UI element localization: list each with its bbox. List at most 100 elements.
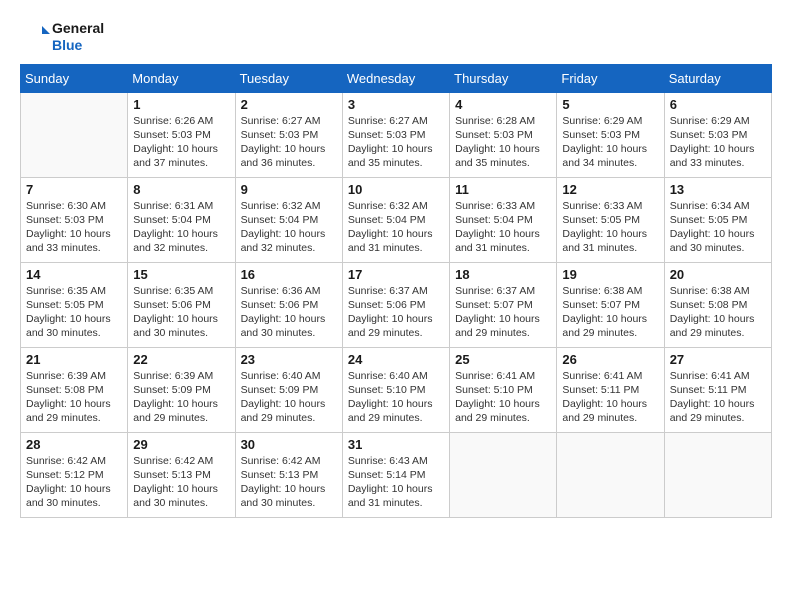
day-cell: [664, 432, 771, 517]
day-cell: 25Sunrise: 6:41 AM Sunset: 5:10 PM Dayli…: [450, 347, 557, 432]
day-number: 24: [348, 352, 444, 367]
day-info: Sunrise: 6:30 AM Sunset: 5:03 PM Dayligh…: [26, 199, 122, 256]
logo-text: General Blue: [52, 20, 104, 54]
day-cell: [557, 432, 664, 517]
day-info: Sunrise: 6:37 AM Sunset: 5:07 PM Dayligh…: [455, 284, 551, 341]
day-number: 27: [670, 352, 766, 367]
day-info: Sunrise: 6:41 AM Sunset: 5:11 PM Dayligh…: [562, 369, 658, 426]
day-cell: 8Sunrise: 6:31 AM Sunset: 5:04 PM Daylig…: [128, 177, 235, 262]
day-number: 31: [348, 437, 444, 452]
day-number: 22: [133, 352, 229, 367]
day-cell: 11Sunrise: 6:33 AM Sunset: 5:04 PM Dayli…: [450, 177, 557, 262]
day-cell: 28 Sunrise: 6:42 AM Sunset: 5:12 PM Dayli…: [21, 432, 128, 517]
day-cell: 29 Sunrise: 6:42 AM Sunset: 5:13 PM Dayli…: [128, 432, 235, 517]
day-cell: 5 Sunrise: 6:29 AM Sunset: 5:03 PM Daylig…: [557, 92, 664, 177]
day-cell: 17 Sunrise: 6:37 AM Sunset: 5:06 PM Dayli…: [342, 262, 449, 347]
day-info: Sunrise: 6:42 AM Sunset: 5:13 PM Dayligh…: [241, 454, 337, 511]
day-info: Sunrise: 6:33 AM Sunset: 5:05 PM Dayligh…: [562, 199, 658, 256]
day-cell: 26 Sunrise: 6:41 AM Sunset: 5:11 PM Dayli…: [557, 347, 664, 432]
day-info: Sunrise: 6:33 AM Sunset: 5:04 PM Dayligh…: [455, 199, 551, 256]
week-row-1: 1 Sunrise: 6:26 AM Sunset: 5:03 PM Daylig…: [21, 92, 772, 177]
day-cell: 31 Sunrise: 6:43 AM Sunset: 5:14 PM Dayli…: [342, 432, 449, 517]
day-info: Sunrise: 6:41 AM Sunset: 5:10 PM Dayligh…: [455, 369, 551, 426]
calendar-header-row: SundayMondayTuesdayWednesdayThursdayFrid…: [21, 64, 772, 92]
day-info: Sunrise: 6:32 AM Sunset: 5:04 PM Dayligh…: [241, 199, 337, 256]
day-cell: [21, 92, 128, 177]
column-header-wednesday: Wednesday: [342, 64, 449, 92]
week-row-5: 28 Sunrise: 6:42 AM Sunset: 5:12 PM Dayli…: [21, 432, 772, 517]
day-info: Sunrise: 6:40 AM Sunset: 5:10 PM Dayligh…: [348, 369, 444, 426]
day-info: Sunrise: 6:35 AM Sunset: 5:05 PM Dayligh…: [26, 284, 122, 341]
day-cell: 15 Sunrise: 6:35 AM Sunset: 5:06 PM Dayli…: [128, 262, 235, 347]
day-number: 12: [562, 182, 658, 197]
day-info: Sunrise: 6:29 AM Sunset: 5:03 PM Dayligh…: [670, 114, 766, 171]
day-cell: 18Sunrise: 6:37 AM Sunset: 5:07 PM Dayli…: [450, 262, 557, 347]
day-cell: 4Sunrise: 6:28 AM Sunset: 5:03 PM Daylig…: [450, 92, 557, 177]
day-info: Sunrise: 6:37 AM Sunset: 5:06 PM Dayligh…: [348, 284, 444, 341]
day-number: 14: [26, 267, 122, 282]
day-number: 10: [348, 182, 444, 197]
day-number: 2: [241, 97, 337, 112]
day-info: Sunrise: 6:38 AM Sunset: 5:08 PM Dayligh…: [670, 284, 766, 341]
day-info: Sunrise: 6:40 AM Sunset: 5:09 PM Dayligh…: [241, 369, 337, 426]
day-info: Sunrise: 6:35 AM Sunset: 5:06 PM Dayligh…: [133, 284, 229, 341]
column-header-friday: Friday: [557, 64, 664, 92]
column-header-thursday: Thursday: [450, 64, 557, 92]
day-number: 29: [133, 437, 229, 452]
day-info: Sunrise: 6:42 AM Sunset: 5:12 PM Dayligh…: [26, 454, 122, 511]
calendar-table: SundayMondayTuesdayWednesdayThursdayFrid…: [20, 64, 772, 518]
day-number: 30: [241, 437, 337, 452]
day-cell: 19Sunrise: 6:38 AM Sunset: 5:07 PM Dayli…: [557, 262, 664, 347]
day-cell: 6 Sunrise: 6:29 AM Sunset: 5:03 PM Daylig…: [664, 92, 771, 177]
logo: General Blue: [20, 20, 104, 54]
day-cell: 9Sunrise: 6:32 AM Sunset: 5:04 PM Daylig…: [235, 177, 342, 262]
day-number: 5: [562, 97, 658, 112]
week-row-2: 7 Sunrise: 6:30 AM Sunset: 5:03 PM Daylig…: [21, 177, 772, 262]
day-number: 23: [241, 352, 337, 367]
day-info: Sunrise: 6:32 AM Sunset: 5:04 PM Dayligh…: [348, 199, 444, 256]
day-info: Sunrise: 6:27 AM Sunset: 5:03 PM Dayligh…: [241, 114, 337, 171]
day-info: Sunrise: 6:42 AM Sunset: 5:13 PM Dayligh…: [133, 454, 229, 511]
day-cell: 3 Sunrise: 6:27 AM Sunset: 5:03 PM Daylig…: [342, 92, 449, 177]
day-number: 16: [241, 267, 337, 282]
day-number: 21: [26, 352, 122, 367]
day-info: Sunrise: 6:34 AM Sunset: 5:05 PM Dayligh…: [670, 199, 766, 256]
day-number: 19: [562, 267, 658, 282]
day-number: 13: [670, 182, 766, 197]
day-number: 20: [670, 267, 766, 282]
day-cell: 7 Sunrise: 6:30 AM Sunset: 5:03 PM Daylig…: [21, 177, 128, 262]
day-info: Sunrise: 6:26 AM Sunset: 5:03 PM Dayligh…: [133, 114, 229, 171]
day-number: 6: [670, 97, 766, 112]
week-row-4: 21 Sunrise: 6:39 AM Sunset: 5:08 PM Dayli…: [21, 347, 772, 432]
day-number: 15: [133, 267, 229, 282]
day-number: 26: [562, 352, 658, 367]
day-number: 1: [133, 97, 229, 112]
day-cell: [450, 432, 557, 517]
day-info: Sunrise: 6:43 AM Sunset: 5:14 PM Dayligh…: [348, 454, 444, 511]
day-info: Sunrise: 6:36 AM Sunset: 5:06 PM Dayligh…: [241, 284, 337, 341]
column-header-monday: Monday: [128, 64, 235, 92]
day-number: 28: [26, 437, 122, 452]
day-cell: 1 Sunrise: 6:26 AM Sunset: 5:03 PM Daylig…: [128, 92, 235, 177]
day-number: 7: [26, 182, 122, 197]
day-info: Sunrise: 6:39 AM Sunset: 5:08 PM Dayligh…: [26, 369, 122, 426]
day-cell: 20 Sunrise: 6:38 AM Sunset: 5:08 PM Dayli…: [664, 262, 771, 347]
day-cell: 12 Sunrise: 6:33 AM Sunset: 5:05 PM Dayli…: [557, 177, 664, 262]
day-number: 3: [348, 97, 444, 112]
logo-container: General Blue: [20, 20, 104, 54]
day-number: 4: [455, 97, 551, 112]
day-cell: 21 Sunrise: 6:39 AM Sunset: 5:08 PM Dayli…: [21, 347, 128, 432]
day-cell: 10 Sunrise: 6:32 AM Sunset: 5:04 PM Dayli…: [342, 177, 449, 262]
day-cell: 23 Sunrise: 6:40 AM Sunset: 5:09 PM Dayli…: [235, 347, 342, 432]
column-header-sunday: Sunday: [21, 64, 128, 92]
day-cell: 27 Sunrise: 6:41 AM Sunset: 5:11 PM Dayli…: [664, 347, 771, 432]
day-cell: 30 Sunrise: 6:42 AM Sunset: 5:13 PM Dayli…: [235, 432, 342, 517]
day-cell: 14 Sunrise: 6:35 AM Sunset: 5:05 PM Dayli…: [21, 262, 128, 347]
day-info: Sunrise: 6:41 AM Sunset: 5:11 PM Dayligh…: [670, 369, 766, 426]
day-cell: 13 Sunrise: 6:34 AM Sunset: 5:05 PM Dayli…: [664, 177, 771, 262]
day-info: Sunrise: 6:29 AM Sunset: 5:03 PM Dayligh…: [562, 114, 658, 171]
day-info: Sunrise: 6:27 AM Sunset: 5:03 PM Dayligh…: [348, 114, 444, 171]
day-number: 17: [348, 267, 444, 282]
column-header-saturday: Saturday: [664, 64, 771, 92]
day-cell: 22Sunrise: 6:39 AM Sunset: 5:09 PM Dayli…: [128, 347, 235, 432]
